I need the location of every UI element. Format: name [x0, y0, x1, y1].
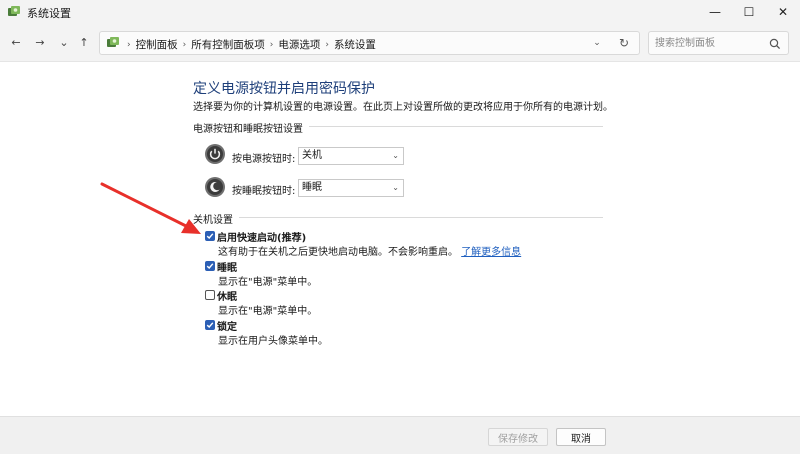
back-button[interactable]: ← — [7, 33, 25, 51]
hibernate-label: 休眠 — [217, 292, 237, 303]
address-dropdown-button[interactable]: ⌄ — [590, 36, 604, 50]
learn-more-link[interactable]: 了解更多信息 — [461, 247, 521, 258]
hibernate-checkbox[interactable] — [205, 290, 215, 300]
breadcrumb-item[interactable]: 控制面板 — [136, 37, 178, 52]
control-panel-icon — [8, 6, 20, 16]
cancel-button[interactable]: 取消 — [556, 428, 606, 446]
power-button-icon — [205, 144, 225, 164]
search-icon[interactable] — [768, 37, 782, 51]
sleep-button-label: 按睡眠按钮时: — [232, 186, 296, 197]
breadcrumb-separator[interactable]: › — [270, 40, 274, 50]
lock-checkbox[interactable] — [205, 320, 215, 330]
breadcrumb-separator[interactable]: › — [325, 40, 329, 50]
power-section-heading: 电源按钮和睡眠按钮设置 — [193, 120, 309, 135]
lock-label: 锁定 — [217, 322, 237, 333]
sleep-checkbox[interactable] — [205, 261, 215, 271]
refresh-icon: ↻ — [618, 36, 630, 50]
checkmark-icon — [206, 263, 214, 270]
navigation-bar: ← → ⌄ ↑ › 控制面板 › 所有控制面板项 › 电源选项 › 系统设置 ⌄… — [0, 24, 800, 62]
page-description: 选择要为你的计算机设置的电源设置。在此页上对设置所做的更改将应用于你所有的电源计… — [193, 102, 613, 113]
sleep-description: 显示在"电源"菜单中。 — [218, 277, 318, 288]
fast-startup-description-text: 这有助于在关机之后更快地启动电脑。不会影响重启。 — [218, 247, 458, 258]
section-divider — [193, 217, 603, 218]
fast-startup-description: 这有助于在关机之后更快地启动电脑。不会影响重启。 了解更多信息 — [218, 243, 521, 258]
page-title: 定义电源按钮并启用密码保护 — [193, 81, 375, 97]
shutdown-section-heading: 关机设置 — [193, 211, 239, 226]
power-button-action-value: 关机 — [302, 150, 322, 161]
power-button-action-select[interactable]: 关机 ⌄ — [298, 147, 404, 165]
address-bar[interactable]: › 控制面板 › 所有控制面板项 › 电源选项 › 系统设置 ⌄ ↻ — [99, 31, 640, 55]
annotation-arrow-icon — [100, 182, 201, 234]
chevron-down-icon: ⌄ — [392, 183, 399, 192]
chevron-down-icon: ⌄ — [59, 35, 69, 49]
recent-locations-button[interactable]: ⌄ — [55, 33, 73, 51]
sleep-button-action-select[interactable]: 睡眠 ⌄ — [298, 179, 404, 197]
maximize-button[interactable]: ☐ — [732, 0, 766, 24]
breadcrumb-item[interactable]: 系统设置 — [334, 37, 376, 52]
breadcrumb-separator: › — [127, 39, 131, 50]
hibernate-description: 显示在"电源"菜单中。 — [218, 306, 318, 317]
breadcrumb-item[interactable]: 所有控制面板项 — [191, 37, 265, 52]
fast-startup-label: 启用快速启动(推荐) — [217, 233, 307, 244]
chevron-down-icon: ⌄ — [593, 38, 601, 48]
breadcrumb: › 控制面板 › 所有控制面板项 › 电源选项 › 系统设置 — [122, 37, 376, 52]
fast-startup-checkbox[interactable] — [205, 231, 215, 241]
lock-description: 显示在用户头像菜单中。 — [218, 336, 328, 347]
sleep-label: 睡眠 — [217, 263, 237, 274]
close-button[interactable]: ✕ — [766, 0, 800, 24]
sleep-button-action-value: 睡眠 — [302, 182, 322, 193]
arrow-left-icon: ← — [11, 35, 21, 49]
power-button-label: 按电源按钮时: — [232, 154, 296, 165]
minimize-button[interactable]: — — [698, 0, 732, 24]
control-panel-icon — [107, 37, 119, 47]
sleep-button-icon — [205, 177, 225, 197]
save-changes-button[interactable]: 保存修改 — [488, 428, 548, 446]
footer-bar: 保存修改 取消 — [0, 416, 800, 454]
title-bar: 系统设置 — ☐ ✕ — [0, 0, 800, 24]
refresh-button[interactable]: ↻ — [616, 36, 632, 50]
breadcrumb-separator[interactable]: › — [183, 40, 187, 50]
up-button[interactable]: ↑ — [75, 33, 93, 51]
checkmark-icon — [206, 322, 214, 329]
window-title: 系统设置 — [27, 7, 71, 20]
arrow-up-icon: ↑ — [79, 35, 89, 49]
arrow-right-icon: → — [35, 35, 45, 49]
forward-button[interactable]: → — [31, 33, 49, 51]
breadcrumb-item[interactable]: 电源选项 — [278, 37, 320, 52]
chevron-down-icon: ⌄ — [392, 151, 399, 160]
checkmark-icon — [206, 233, 214, 240]
